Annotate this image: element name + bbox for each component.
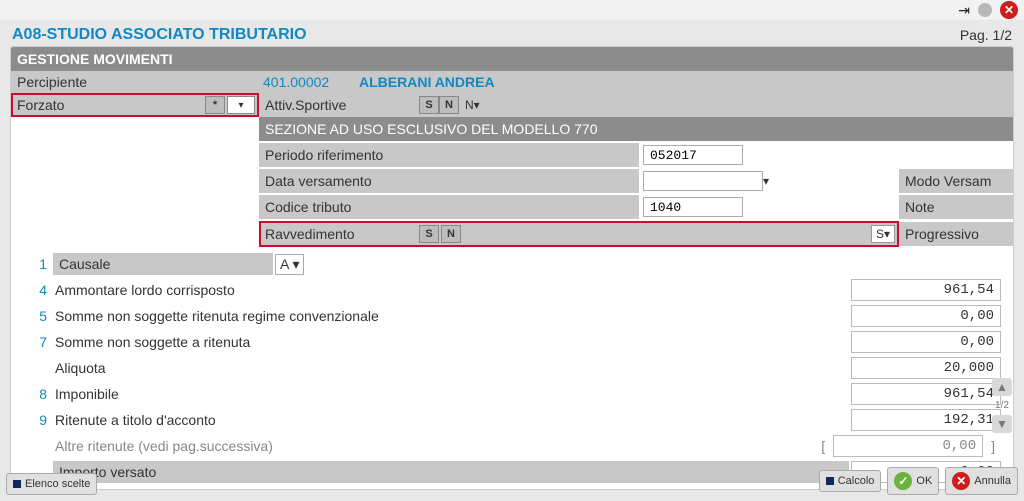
periodo-value-cell xyxy=(639,143,899,167)
causale-select[interactable]: A ▾ xyxy=(275,254,304,275)
ravv-s-button[interactable]: S xyxy=(419,225,439,243)
page-down-button[interactable]: ▼ xyxy=(992,415,1012,433)
window-titlebar: ⇥ ✕ xyxy=(0,0,1024,20)
progressivo-label: Progressivo xyxy=(899,222,1014,246)
ravvedimento-label: Ravvedimento xyxy=(265,226,417,242)
altre-label: Altre ritenute (vedi pag.successiva) xyxy=(53,438,813,454)
attiv-label: Attiv.Sportive xyxy=(259,97,419,113)
square-icon xyxy=(13,480,21,488)
page-up-button[interactable]: ▲ xyxy=(992,378,1012,396)
percipiente-label: Percipiente xyxy=(17,74,257,90)
sec770-grid: SEZIONE AD USO ESCLUSIVO DEL MODELLO 770… xyxy=(259,117,1013,247)
row-number: 8 xyxy=(23,386,51,402)
section-title: GESTIONE MOVIMENTI xyxy=(11,47,1013,71)
attiv-row: Attiv.Sportive S N N▾ xyxy=(259,93,1013,117)
cancel-icon: ✕ xyxy=(952,472,970,490)
detail-row: Aliquota20,000 xyxy=(17,355,1007,381)
pin-icon[interactable]: ⇥ xyxy=(958,2,970,19)
ok-label: OK xyxy=(916,475,932,487)
modover-cell: Modo Versam T F xyxy=(899,169,1014,193)
attiv-s-button[interactable]: S xyxy=(419,96,439,114)
row-label: Somme non soggette ritenuta regime conve… xyxy=(53,308,849,324)
square-icon xyxy=(826,477,834,485)
row-number: 4 xyxy=(23,282,51,298)
row-label: Causale xyxy=(53,253,273,275)
minimize-icon[interactable] xyxy=(978,3,992,17)
dataver-input[interactable] xyxy=(643,171,763,191)
row-label: Somme non soggette a ritenuta xyxy=(53,334,849,350)
page-header: A08-STUDIO ASSOCIATO TRIBUTARIO Pag. 1/2 xyxy=(0,20,1024,46)
row-value[interactable]: 961,54 xyxy=(851,279,1001,301)
forzato-attiv-row: Forzato * ▾ Attiv.Sportive S N N▾ xyxy=(11,93,1013,117)
main-panel: GESTIONE MOVIMENTI Percipiente 401.00002… xyxy=(10,46,1014,490)
codtrib-value[interactable] xyxy=(643,197,743,217)
detail-row: 1CausaleA ▾ xyxy=(17,251,1007,277)
altre-value: 0,00 xyxy=(833,435,983,457)
company-title: A08-STUDIO ASSOCIATO TRIBUTARIO xyxy=(12,26,307,44)
forzato-label: Forzato xyxy=(17,97,203,113)
detail-rows: 1CausaleA ▾4Ammontare lordo corrisposto9… xyxy=(11,247,1013,489)
dataver-dropdown[interactable]: ▾ xyxy=(763,174,769,188)
forzato-highlight: Forzato * ▾ xyxy=(11,93,259,117)
note-label: Note xyxy=(899,195,1014,219)
ravv-value[interactable]: S▾ xyxy=(871,225,895,243)
footer: Elenco scelte Calcolo ✓ OK ✕ Annulla xyxy=(6,467,1018,495)
side-page-indicator: 1/2 xyxy=(995,400,1009,411)
row-value[interactable]: 0,00 xyxy=(851,331,1001,353)
codtrib-label: Codice tributo xyxy=(259,195,599,219)
attiv-n-button[interactable]: N xyxy=(439,96,459,114)
modover-label: Modo Versam xyxy=(905,173,991,189)
row-value[interactable]: 961,54 xyxy=(851,383,1001,405)
detail-row: 5Somme non soggette ritenuta regime conv… xyxy=(17,303,1007,329)
percipiente-code: 401.00002 xyxy=(263,74,353,90)
annulla-button[interactable]: ✕ Annulla xyxy=(945,467,1018,495)
percipiente-name: ALBERANI ANDREA xyxy=(359,74,495,90)
calcolo-label: Calcolo xyxy=(838,475,875,487)
close-icon[interactable]: ✕ xyxy=(1000,1,1018,19)
dataver-spacer xyxy=(599,169,639,193)
row-value[interactable]: 20,000 xyxy=(851,357,1001,379)
periodo-label: Periodo riferimento xyxy=(259,143,599,167)
periodo-value[interactable] xyxy=(643,145,743,165)
ravv-n-button[interactable]: N xyxy=(441,225,461,243)
row-number: 5 xyxy=(23,308,51,324)
sec770-title: SEZIONE AD USO ESCLUSIVO DEL MODELLO 770 xyxy=(259,117,1014,141)
ravvedimento-highlight: Ravvedimento S N S▾ xyxy=(259,221,899,247)
check-icon: ✓ xyxy=(894,472,912,490)
row-value[interactable]: 0,00 xyxy=(851,305,1001,327)
row-number: 1 xyxy=(23,256,51,272)
forzato-star-button[interactable]: * xyxy=(205,96,225,114)
row-value[interactable]: 192,31 xyxy=(851,409,1001,431)
row-label: Ritenute a titolo d'acconto xyxy=(53,412,849,428)
row-label: Ammontare lordo corrisposto xyxy=(53,282,849,298)
elenco-label: Elenco scelte xyxy=(25,478,90,490)
detail-row: 9Ritenute a titolo d'acconto192,31 xyxy=(17,407,1007,433)
detail-row: 7Somme non soggette a ritenuta0,00 xyxy=(17,329,1007,355)
bracket-close: ] xyxy=(985,438,1001,454)
bracket-open: [ xyxy=(815,438,831,454)
detail-row: 8Imponibile961,54 xyxy=(17,381,1007,407)
annulla-label: Annulla xyxy=(974,475,1011,487)
calcolo-button[interactable]: Calcolo xyxy=(819,470,882,492)
detail-row: 4Ammontare lordo corrisposto961,54 xyxy=(17,277,1007,303)
elenco-scelte-button[interactable]: Elenco scelte xyxy=(6,473,97,495)
dataver-value-cell: ▾ xyxy=(639,169,899,193)
row-number: 7 xyxy=(23,334,51,350)
periodo-spacer xyxy=(599,143,639,167)
percipiente-row: Percipiente 401.00002 ALBERANI ANDREA xyxy=(11,71,1013,93)
row-label: Aliquota xyxy=(53,360,849,376)
row-number: 9 xyxy=(23,412,51,428)
codtrib-value-cell xyxy=(639,195,899,219)
row-label: Imponibile xyxy=(53,386,849,402)
codtrib-spacer xyxy=(599,195,639,219)
attiv-value[interactable]: N▾ xyxy=(465,98,480,112)
side-pager: ▲ 1/2 ▼ xyxy=(992,378,1012,433)
page-indicator: Pag. 1/2 xyxy=(960,27,1012,43)
altre-ritenute-row: Altre ritenute (vedi pag.successiva)[0,0… xyxy=(17,433,1007,459)
ok-button[interactable]: ✓ OK xyxy=(887,467,939,495)
forzato-dropdown[interactable]: ▾ xyxy=(227,96,255,114)
dataver-label: Data versamento xyxy=(259,169,599,193)
